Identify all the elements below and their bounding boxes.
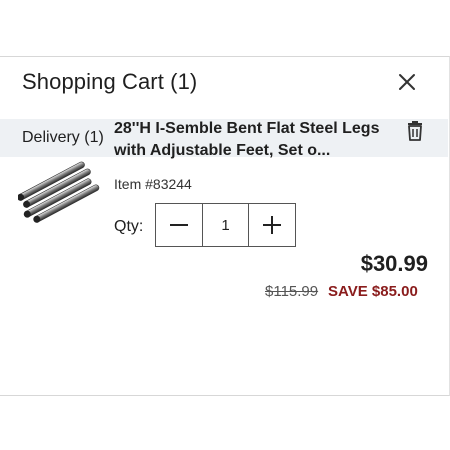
- product-image[interactable]: [17, 160, 100, 230]
- cart-header: Shopping Cart (1): [0, 57, 450, 119]
- plus-icon: [263, 216, 281, 234]
- quantity-stepper: 1: [155, 203, 296, 247]
- savings-text: SAVE $85.00: [328, 283, 418, 300]
- item-number: Item #83244: [114, 176, 192, 192]
- decrease-quantity-button[interactable]: [156, 204, 202, 246]
- delivery-section-label: Delivery (1): [22, 129, 104, 146]
- quantity-input[interactable]: 1: [202, 204, 249, 246]
- quantity-label: Qty:: [114, 218, 144, 235]
- cart-title: Shopping Cart (1): [22, 69, 198, 94]
- original-price: $115.99: [265, 283, 319, 300]
- close-icon[interactable]: [396, 71, 418, 93]
- product-name-link[interactable]: 28''H I-Semble Bent Flat Steel Legs with…: [114, 118, 394, 162]
- increase-quantity-button[interactable]: [249, 204, 295, 246]
- minus-icon: [170, 224, 188, 226]
- item-price: $30.99: [360, 251, 428, 276]
- trash-icon[interactable]: [405, 120, 425, 142]
